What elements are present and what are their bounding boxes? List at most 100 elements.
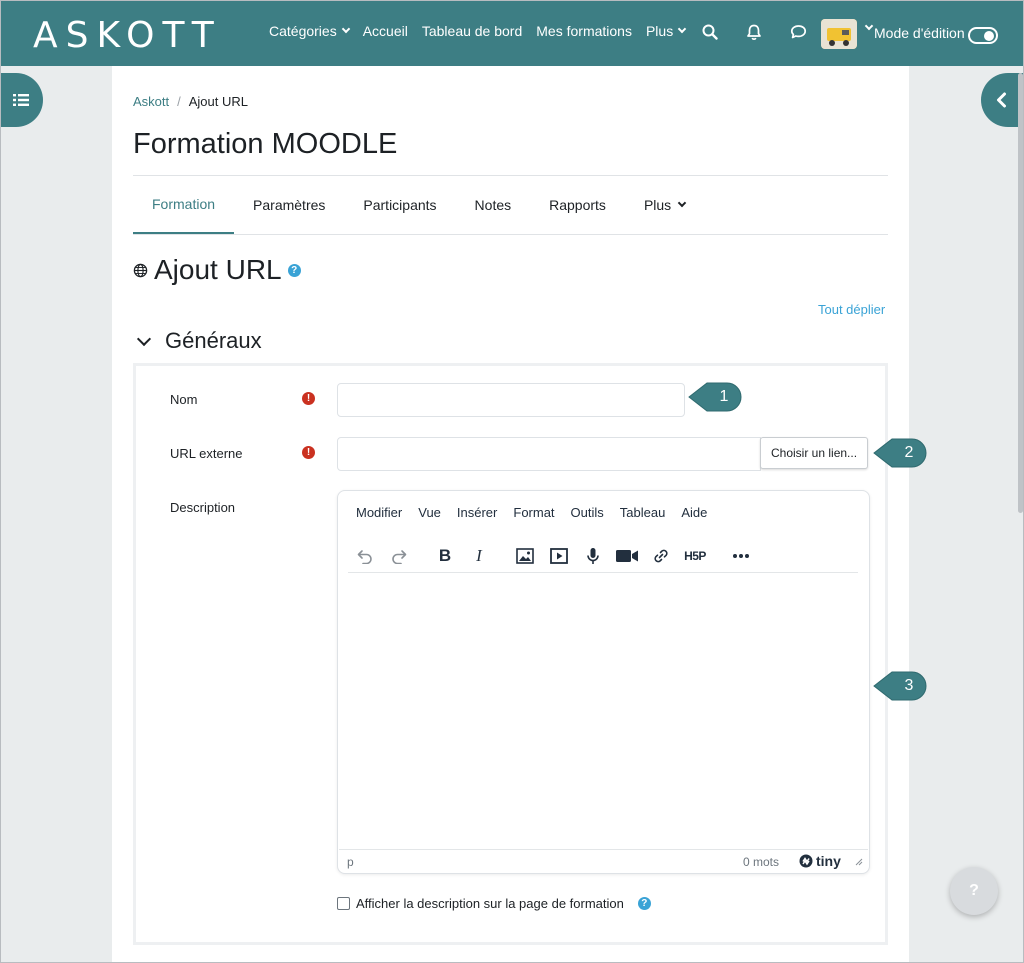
- show-description-label: Afficher la description sur la page de f…: [356, 896, 624, 911]
- help-icon[interactable]: ?: [637, 897, 651, 910]
- tab-plus[interactable]: Plus: [625, 176, 704, 234]
- breadcrumb-separator: /: [177, 94, 181, 109]
- media-icon[interactable]: [542, 541, 576, 571]
- activity-title: Ajout URL: [154, 254, 282, 285]
- redo-icon[interactable]: [382, 541, 416, 571]
- tiny-logo[interactable]: tiny: [799, 853, 841, 869]
- image-icon[interactable]: [508, 541, 542, 571]
- chevron-down-icon: [136, 331, 152, 346]
- resize-handle-icon[interactable]: [855, 858, 863, 866]
- main-content: Askott / Ajout URL Formation MOODLE Form…: [112, 66, 909, 962]
- chevron-down-icon: [677, 24, 687, 34]
- chat-icon[interactable]: [787, 21, 809, 43]
- menu-vue[interactable]: Vue: [410, 505, 449, 520]
- list-icon: [13, 94, 29, 106]
- video-camera-icon[interactable]: [610, 541, 644, 571]
- course-tabs: Formation Paramètres Participants Notes …: [133, 176, 888, 234]
- url-input[interactable]: [337, 437, 761, 471]
- user-menu-chevron-icon[interactable]: [864, 21, 874, 31]
- choose-link-button[interactable]: Choisir un lien...: [760, 437, 869, 469]
- nav-my-courses[interactable]: Mes formations: [536, 23, 632, 39]
- tab-rapports[interactable]: Rapports: [530, 176, 625, 234]
- breadcrumb: Askott / Ajout URL: [133, 94, 248, 109]
- tab-notes[interactable]: Notes: [456, 176, 531, 234]
- breadcrumb-root-link[interactable]: Askott: [133, 94, 169, 109]
- menu-format[interactable]: Format: [505, 505, 562, 520]
- expand-all-link[interactable]: Tout déplier: [818, 302, 885, 317]
- breadcrumb-current: Ajout URL: [188, 94, 248, 109]
- description-label: Description: [170, 500, 236, 515]
- callout-marker-2: 2: [872, 436, 928, 470]
- nav-my-courses-label: Mes formations: [536, 23, 632, 39]
- link-icon[interactable]: [644, 541, 678, 571]
- primary-navigation: Catégories Accueil Tableau de bord Mes f…: [269, 23, 687, 39]
- callout-number: 3: [904, 677, 914, 694]
- tab-parametres[interactable]: Paramètres: [234, 176, 344, 234]
- editor-content-area[interactable]: [339, 575, 868, 845]
- user-avatar[interactable]: [821, 19, 857, 49]
- activity-heading: Ajout URL ?: [133, 254, 301, 286]
- name-input[interactable]: [337, 383, 685, 417]
- page-title: Formation MOODLE: [133, 128, 398, 160]
- bell-icon[interactable]: [743, 21, 765, 43]
- tab-participants[interactable]: Participants: [344, 176, 455, 234]
- show-description-row: Afficher la description sur la page de f…: [337, 896, 651, 911]
- divider: [133, 234, 888, 235]
- nav-icons: [699, 21, 809, 43]
- nav-categories[interactable]: Catégories: [269, 23, 350, 39]
- italic-icon[interactable]: I: [462, 541, 496, 571]
- bold-icon[interactable]: B: [428, 541, 462, 571]
- h5p-icon[interactable]: H5P: [678, 541, 712, 571]
- callout-number: 2: [904, 444, 914, 461]
- browser-frame: ASKOTT Catégories Accueil Tableau de bor…: [0, 0, 1024, 963]
- undo-icon[interactable]: [348, 541, 382, 571]
- globe-icon: [133, 263, 148, 277]
- show-description-checkbox[interactable]: [337, 897, 350, 910]
- rich-text-editor: Modifier Vue Insérer Format Outils Table…: [337, 490, 870, 874]
- nav-home-label: Accueil: [362, 23, 408, 39]
- editor-menubar: Modifier Vue Insérer Format Outils Table…: [348, 505, 715, 520]
- microphone-icon[interactable]: [576, 541, 610, 571]
- course-index-drawer-button[interactable]: [1, 73, 43, 127]
- nav-dashboard[interactable]: Tableau de bord: [422, 23, 522, 39]
- nav-more[interactable]: Plus: [645, 23, 687, 39]
- tab-formation[interactable]: Formation: [133, 176, 235, 234]
- element-path[interactable]: p: [347, 855, 354, 869]
- url-label: URL externe: [170, 446, 243, 461]
- edit-mode-toggle[interactable]: [968, 27, 998, 44]
- required-icon: !: [302, 392, 315, 405]
- site-logo[interactable]: ASKOTT: [33, 15, 222, 56]
- menu-inserer[interactable]: Insérer: [449, 505, 505, 520]
- callout-marker-1: 1: [687, 380, 743, 414]
- nav-dashboard-label: Tableau de bord: [421, 23, 523, 39]
- tiny-brand-label: tiny: [816, 853, 841, 869]
- editor-statusbar: p 0 mots tiny: [339, 849, 868, 873]
- tab-plus-label: Plus: [643, 197, 672, 213]
- menu-modifier[interactable]: Modifier: [348, 505, 410, 520]
- section-generaux-toggle[interactable]: Généraux: [136, 328, 262, 354]
- top-navbar: ASKOTT Catégories Accueil Tableau de bor…: [1, 1, 1023, 66]
- name-label: Nom: [170, 392, 198, 407]
- editor-toolbar: B I H5P: [348, 539, 858, 573]
- section-title: Généraux: [165, 328, 262, 353]
- callout-marker-3: 3: [872, 669, 928, 703]
- menu-outils[interactable]: Outils: [563, 505, 612, 520]
- word-count[interactable]: 0 mots: [743, 855, 779, 869]
- more-icon[interactable]: [724, 541, 758, 571]
- required-icon: !: [302, 446, 315, 459]
- menu-aide[interactable]: Aide: [673, 505, 715, 520]
- nav-categories-label: Catégories: [269, 23, 337, 39]
- chevron-down-icon: [677, 198, 687, 208]
- tiny-logo-icon: [799, 854, 813, 868]
- menu-tableau[interactable]: Tableau: [612, 505, 674, 520]
- search-icon[interactable]: [699, 21, 721, 43]
- nav-home[interactable]: Accueil: [363, 23, 408, 39]
- chevron-down-icon: [341, 24, 350, 34]
- edit-mode-label: Mode d'édition: [874, 25, 965, 41]
- floating-help-button[interactable]: ?: [950, 867, 998, 915]
- callout-number: 1: [719, 388, 729, 405]
- chevron-left-icon: [997, 92, 1006, 108]
- nav-more-label: Plus: [645, 23, 674, 39]
- help-icon[interactable]: ?: [287, 263, 301, 277]
- page-scrollbar[interactable]: [1018, 73, 1023, 513]
